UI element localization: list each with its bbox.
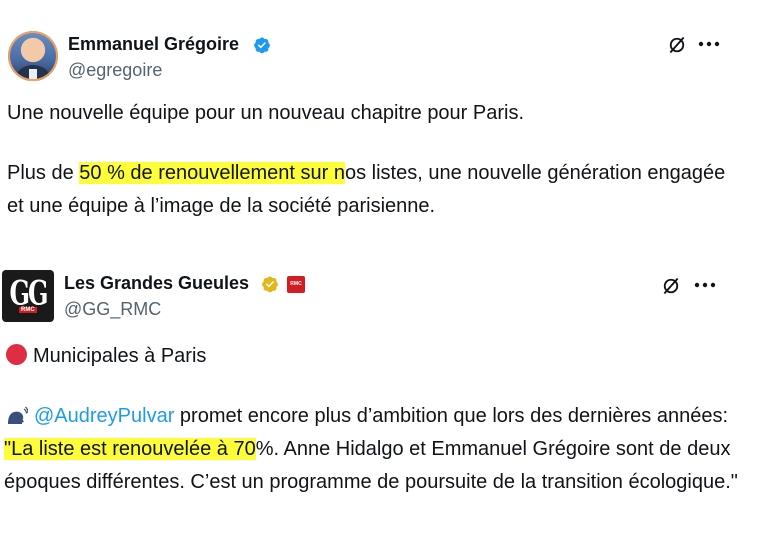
x-logo-icon[interactable] [661,276,681,296]
tweet-text-line: Municipales à Paris [6,340,746,373]
verified-badge-icon [254,37,270,54]
red-circle-emoji [6,344,27,365]
text-segment: Plus de [7,162,80,184]
mention-link[interactable]: @AudreyPulvar [34,405,174,427]
highlighted-text: "La liste est renouvelée à 70 [4,438,256,460]
author-handle[interactable]: @egregoire [68,60,162,81]
avatar-gg-rmc[interactable]: GG RMC [2,270,54,322]
highlighted-text: 50 % de renouvellement sur n [79,162,345,184]
tweet-text-paragraph: Plus de 50 % de renouvellement sur nos l… [7,157,747,223]
tweet-gg-rmc: GG RMC Les Grandes Gueules RMC @GG_RMC M… [0,258,759,537]
speaking-head-emoji [8,406,28,424]
tweet-text-paragraph: @AudreyPulvar promet encore plus d’ambit… [4,400,744,499]
affiliate-badge[interactable]: RMC [287,276,305,293]
author-handle[interactable]: @GG_RMC [64,299,161,320]
author-name[interactable]: Emmanuel Grégoire [68,34,239,55]
x-logo-icon[interactable] [667,35,687,55]
author-name[interactable]: Les Grandes Gueules [64,273,249,294]
logo-subtext: RMC [19,307,37,313]
more-icon[interactable] [694,282,716,288]
tweet-egregoire: Emmanuel Grégoire @egregoire Une nouvell… [0,0,759,240]
more-icon[interactable] [698,41,720,47]
text-segment: Municipales à Paris [33,345,207,367]
avatar-egregoire[interactable] [8,31,58,81]
tweet-text-line: Une nouvelle équipe pour un nouveau chap… [7,102,525,124]
text-segment: promet encore plus d’ambition que lors d… [174,405,729,427]
verified-gold-badge-icon [262,276,278,293]
